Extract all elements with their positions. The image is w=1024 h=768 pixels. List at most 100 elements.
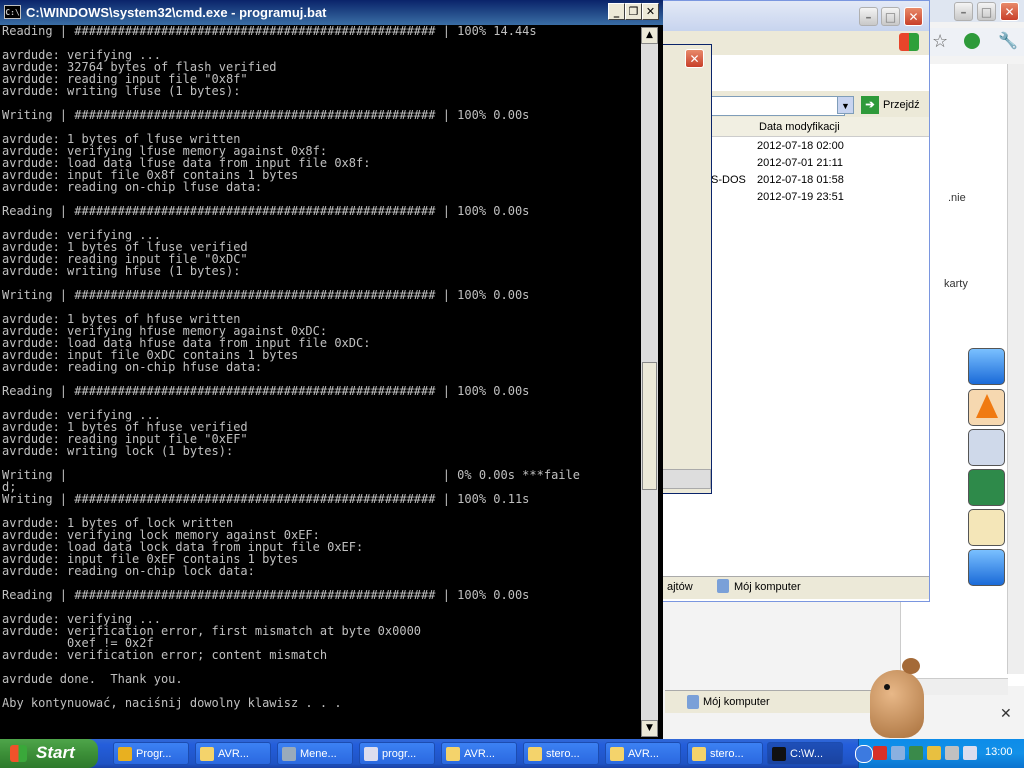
windows-logo-icon — [10, 745, 27, 762]
close-infobar-icon[interactable]: ✕ — [1000, 706, 1012, 722]
folder-icon — [528, 747, 542, 761]
tray-display-icon[interactable] — [963, 746, 977, 760]
cmd-icon — [772, 747, 786, 761]
scroll-down-gadget-icon[interactable] — [968, 549, 1005, 586]
browser-vscroll[interactable] — [1007, 64, 1024, 674]
console-line: Writing | ##############################… — [2, 108, 530, 122]
file-row-date[interactable]: 2012-07-01 21:11 — [757, 157, 843, 169]
hamster-body — [870, 670, 924, 738]
extension-icon[interactable] — [964, 33, 980, 49]
file-row-prefix: S-DOS — [711, 174, 746, 186]
scroll-down-icon[interactable]: ▼ — [641, 720, 658, 737]
hamster-mascot[interactable] — [862, 656, 928, 738]
console-line: Reading | ##############################… — [2, 384, 530, 398]
taskbar-button-label: AVR... — [464, 748, 495, 760]
taskbar-button[interactable]: Progr... — [113, 742, 189, 765]
taskbar-button-label: Mene... — [300, 748, 337, 760]
tray-antivirus-icon[interactable] — [873, 746, 887, 760]
close-button[interactable]: ✕ — [1000, 2, 1019, 21]
tray-warning-icon[interactable] — [927, 746, 941, 760]
restore-button[interactable]: ❐ — [625, 3, 642, 20]
tray-network-icon[interactable] — [891, 746, 905, 760]
explorer-maximize-button[interactable]: □ — [881, 7, 900, 26]
hamster-eye — [884, 684, 890, 690]
status-right-text: Mój komputer — [703, 696, 770, 708]
cmd-titlebar[interactable]: C:\ C:\WINDOWS\system32\cmd.exe - progra… — [0, 0, 663, 25]
cmd-icon: C:\ — [4, 5, 21, 19]
taskbar-button[interactable]: C:\W... — [767, 742, 843, 765]
go-arrow-icon[interactable]: ➔ — [861, 96, 879, 114]
start-button[interactable]: Start — [0, 739, 98, 768]
document-icon — [364, 747, 378, 761]
taskbar-button[interactable]: AVR... — [605, 742, 681, 765]
console-line: avrdude: reading on-chip hfuse data: — [2, 360, 263, 374]
file-row-date[interactable]: 2012-07-18 02:00 — [757, 140, 844, 152]
dialog-close-button[interactable]: ✕ — [685, 49, 704, 68]
minimize-button[interactable]: – — [954, 2, 973, 21]
taskbar-button-label: AVR... — [628, 748, 659, 760]
console-line: avrdude: writing hfuse (1 bytes): — [2, 264, 241, 278]
address-input[interactable] — [711, 96, 845, 116]
chrome-icon — [118, 747, 132, 761]
console-line: Writing | | 0% 0.00s ***faile — [2, 468, 580, 482]
minimize-button[interactable]: _ — [608, 3, 625, 20]
console-line: Reading | ##############################… — [2, 204, 530, 218]
side-text-2: karty — [944, 278, 968, 290]
taskbar-button-label: Progr... — [136, 748, 172, 760]
console-line: avrdude: verification error; content mis… — [2, 648, 328, 662]
scroll-thumb[interactable] — [642, 362, 657, 490]
window-title: C:\WINDOWS\system32\cmd.exe - programuj.… — [26, 5, 327, 20]
star-icon[interactable]: ☆ — [932, 31, 952, 52]
computer-icon — [687, 695, 699, 709]
taskbar-button-label: stero... — [546, 748, 580, 760]
tray-update-icon[interactable] — [945, 746, 959, 760]
explorer-close-button[interactable]: ✕ — [904, 7, 923, 26]
cmd-window: C:\ C:\WINDOWS\system32\cmd.exe - progra… — [0, 0, 663, 740]
console-line: Aby kontynuować, naciśnij dowolny klawis… — [2, 696, 342, 710]
console-output[interactable]: Reading | ##############################… — [2, 25, 640, 737]
taskbar-button-label: progr... — [382, 748, 417, 760]
dialog-statusbar — [661, 469, 711, 489]
taskbar-button[interactable]: stero... — [523, 742, 599, 765]
explorer-minimize-button[interactable]: – — [859, 7, 878, 26]
console-line: avrdude: reading on-chip lfuse data: — [2, 180, 263, 194]
close-button[interactable]: ✕ — [642, 3, 659, 20]
folder-icon — [610, 747, 624, 761]
taskbar-button[interactable]: AVR... — [195, 742, 271, 765]
system-tray: 13:00 — [855, 739, 1024, 768]
taskbar-button[interactable]: Mene... — [277, 742, 353, 765]
warning-gadget-icon[interactable] — [968, 389, 1005, 426]
hamster-ear — [902, 658, 920, 674]
go-button[interactable]: Przejdź — [883, 99, 920, 111]
scroll-up-icon[interactable]: ▲ — [641, 27, 658, 44]
maximize-button[interactable]: □ — [977, 2, 996, 21]
device-manager-icon — [282, 747, 296, 761]
console-line: Reading | ##############################… — [2, 588, 530, 602]
mail-gadget-icon[interactable] — [968, 429, 1005, 466]
folder-icon — [692, 747, 706, 761]
file-row-date[interactable]: 2012-07-19 23:51 — [757, 191, 844, 203]
windows-logo-icon — [899, 33, 919, 51]
file-row-date[interactable]: 2012-07-18 01:58 — [757, 174, 844, 186]
tray-safely-remove-icon[interactable] — [909, 746, 923, 760]
clock[interactable]: 13:00 — [985, 746, 1013, 758]
computer-icon — [717, 579, 729, 593]
console-line: avrdude: writing lock (1 bytes): — [2, 444, 234, 458]
console-line: Reading | ##############################… — [2, 25, 537, 38]
notes-gadget-icon[interactable] — [968, 509, 1005, 546]
taskbar-button[interactable]: AVR... — [441, 742, 517, 765]
wrench-icon[interactable]: 🔧 — [998, 31, 1018, 50]
taskbar-button[interactable]: progr... — [359, 742, 435, 765]
tray-expand-icon[interactable] — [855, 745, 873, 763]
console-line: avrdude: writing lfuse (1 bytes): — [2, 84, 241, 98]
console-line: Writing | ##############################… — [2, 492, 530, 506]
taskbar-button-label: stero... — [710, 748, 744, 760]
hardware-gadget-icon[interactable] — [968, 469, 1005, 506]
vertical-scrollbar[interactable]: ▲ ▼ — [641, 27, 658, 737]
scroll-up-gadget-icon[interactable] — [968, 348, 1005, 385]
taskbar: Start Progr... AVR... Mene... progr... AVR..… — [0, 739, 1024, 768]
address-dropdown-icon[interactable]: ▼ — [837, 96, 854, 114]
column-header-date[interactable]: Data modyfikacji — [759, 121, 840, 133]
taskbar-button[interactable]: stero... — [687, 742, 763, 765]
taskbar-button-label: C:\W... — [790, 748, 823, 760]
